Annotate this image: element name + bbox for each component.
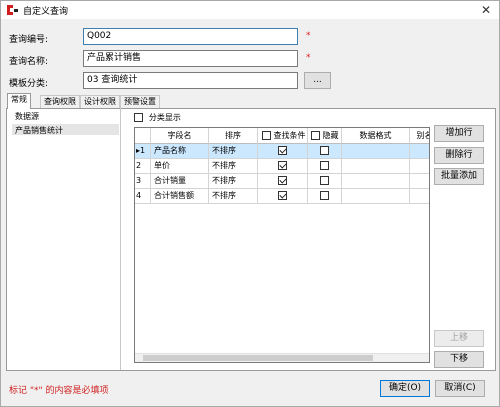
grid-cell-hidden[interactable]: [308, 174, 342, 189]
column-header-search[interactable]: 查找条件: [258, 128, 308, 144]
move-up-button[interactable]: 上移: [434, 330, 484, 347]
grid-cell-sort[interactable]: 不排序: [209, 144, 258, 159]
template-category-input[interactable]: 03 查询统计: [83, 72, 298, 89]
required-note: 标记 "*" 的内容是必填项: [9, 386, 109, 396]
grid-cell-field[interactable]: 产品名称: [151, 144, 209, 159]
row-header-corner: [135, 128, 151, 144]
grid-cell-index[interactable]: ▸1: [135, 144, 151, 159]
required-mark: *: [306, 53, 311, 63]
checkbox-icon[interactable]: [278, 191, 287, 200]
row-index: 4: [136, 191, 142, 200]
grid-cell-index[interactable]: 3: [135, 174, 151, 189]
checkbox-icon[interactable]: [320, 161, 329, 170]
grid-cell-field[interactable]: 合计销售额: [151, 189, 209, 204]
horizontal-scrollbar[interactable]: [135, 353, 429, 362]
ok-button[interactable]: 确定(O): [380, 380, 430, 397]
grid-cell-field[interactable]: 单价: [151, 159, 209, 174]
category-display-label: 分类显示: [148, 113, 181, 122]
grid-cell-format[interactable]: [342, 189, 410, 204]
column-header-search-label: 查找条件: [273, 131, 306, 140]
grid-cell-search[interactable]: [258, 189, 308, 204]
grid-cell-alias[interactable]: [410, 159, 429, 174]
row-index: 1: [140, 146, 146, 155]
grid-cell-alias[interactable]: [410, 189, 429, 204]
cancel-button[interactable]: 取消(C): [435, 380, 485, 397]
row-index: 2: [136, 161, 142, 170]
checkbox-icon[interactable]: [320, 146, 329, 155]
fields-grid[interactable]: 字段名 排序 查找条件 隐藏 数据格式 别名 ▸1产品名称不排序2单价不排序3合…: [134, 127, 430, 363]
name-label: 查询名称:: [9, 57, 49, 67]
grid-cell-search[interactable]: [258, 174, 308, 189]
dialog-window: 自定义查询 ✕ 查询编号: Q002 * 查询名称: 产品累计销售 * 模板分类…: [0, 0, 500, 407]
grid-cell-format[interactable]: [342, 159, 410, 174]
checkbox-icon[interactable]: [278, 146, 287, 155]
checkbox-icon[interactable]: [278, 176, 287, 185]
delete-row-button[interactable]: 删除行: [434, 147, 484, 164]
grid-cell-hidden[interactable]: [308, 144, 342, 159]
close-icon[interactable]: ✕: [479, 3, 493, 17]
category-label: 模板分类:: [9, 79, 49, 89]
title-bar[interactable]: 自定义查询 ✕: [1, 1, 499, 19]
tab-design-permission[interactable]: 设计权限: [80, 95, 120, 108]
grid-cell-field[interactable]: 合计销量: [151, 174, 209, 189]
required-mark: *: [306, 31, 311, 41]
tab-alert-settings[interactable]: 预警设置: [120, 95, 160, 108]
list-item-product-sales[interactable]: 产品销售统计: [15, 125, 63, 136]
column-header-field[interactable]: 字段名: [151, 128, 209, 144]
source-list: [11, 108, 121, 370]
grid-cell-index[interactable]: 4: [135, 189, 151, 204]
checkbox-icon[interactable]: [320, 191, 329, 200]
batch-add-button[interactable]: 批量添加: [434, 168, 484, 185]
column-header-alias[interactable]: 别名: [410, 128, 429, 144]
code-label: 查询编号:: [9, 35, 49, 45]
tab-general[interactable]: 常规: [7, 93, 31, 109]
grid-cell-sort[interactable]: 不排序: [209, 159, 258, 174]
app-logo-icon: [5, 3, 19, 17]
row-index: 3: [136, 176, 142, 185]
window-title: 自定义查询: [23, 7, 69, 17]
search-all-checkbox-icon[interactable]: [262, 131, 271, 140]
category-display-checkbox[interactable]: 分类显示: [134, 112, 181, 123]
checkbox-icon[interactable]: [134, 113, 143, 122]
grid-cell-index[interactable]: 2: [135, 159, 151, 174]
grid-cell-alias[interactable]: [410, 174, 429, 189]
scrollbar-thumb[interactable]: [143, 355, 373, 361]
grid-cell-format[interactable]: [342, 174, 410, 189]
tab-query-permission[interactable]: 查询权限: [40, 95, 80, 108]
column-header-sort[interactable]: 排序: [209, 128, 258, 144]
move-down-button[interactable]: 下移: [434, 351, 484, 368]
browse-category-button[interactable]: ...: [304, 72, 331, 89]
checkbox-icon[interactable]: [278, 161, 287, 170]
checkbox-icon[interactable]: [320, 176, 329, 185]
grid-cell-search[interactable]: [258, 159, 308, 174]
grid-cell-sort[interactable]: 不排序: [209, 189, 258, 204]
grid-cell-hidden[interactable]: [308, 189, 342, 204]
grid-cell-search[interactable]: [258, 144, 308, 159]
query-code-input[interactable]: Q002: [83, 28, 298, 45]
list-item-datasource[interactable]: 数据源: [15, 111, 39, 122]
query-name-input[interactable]: 产品累计销售: [83, 50, 298, 67]
column-header-hidden-label: 隐藏: [322, 131, 339, 140]
add-row-button[interactable]: 增加行: [434, 125, 484, 142]
column-header-hidden[interactable]: 隐藏: [308, 128, 342, 144]
grid-cell-format[interactable]: [342, 144, 410, 159]
column-header-format[interactable]: 数据格式: [342, 128, 410, 144]
grid-cell-hidden[interactable]: [308, 159, 342, 174]
grid-cell-sort[interactable]: 不排序: [209, 174, 258, 189]
grid-cell-alias[interactable]: [410, 144, 429, 159]
hidden-all-checkbox-icon[interactable]: [311, 131, 320, 140]
